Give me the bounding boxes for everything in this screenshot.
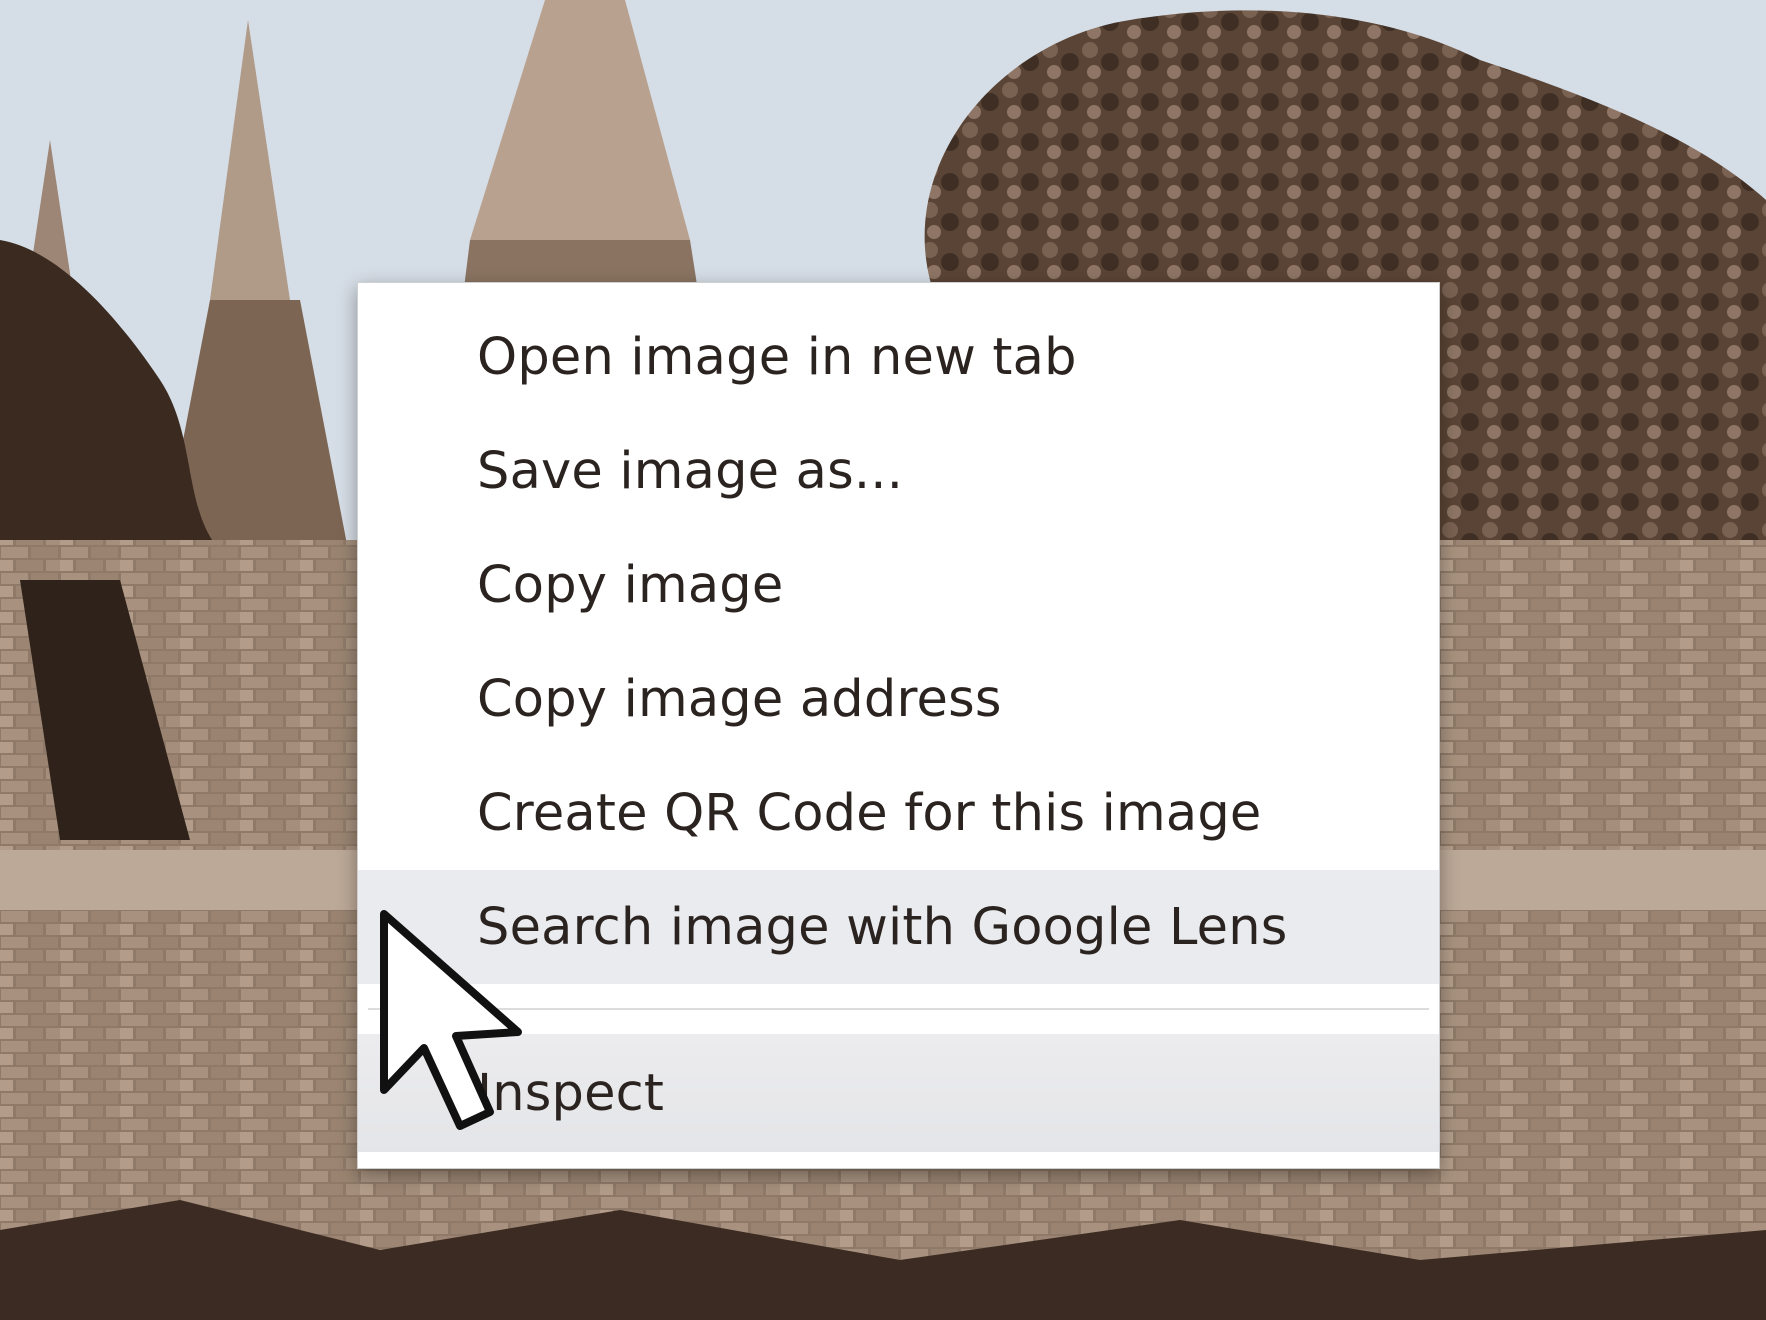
menu-item-search-google-lens[interactable]: Search image with Google Lens (358, 870, 1439, 984)
menu-item-open-image-new-tab[interactable]: Open image in new tab (358, 300, 1439, 414)
screen: Open image in new tab Save image as... C… (0, 0, 1766, 1320)
menu-item-copy-image[interactable]: Copy image (358, 528, 1439, 642)
menu-item-save-image-as[interactable]: Save image as... (358, 414, 1439, 528)
image-context-menu: Open image in new tab Save image as... C… (357, 282, 1440, 1169)
menu-item-inspect[interactable]: Inspect (358, 1034, 1439, 1152)
menu-item-copy-image-address[interactable]: Copy image address (358, 642, 1439, 756)
menu-item-create-qr-code[interactable]: Create QR Code for this image (358, 756, 1439, 870)
menu-separator (368, 1008, 1429, 1010)
